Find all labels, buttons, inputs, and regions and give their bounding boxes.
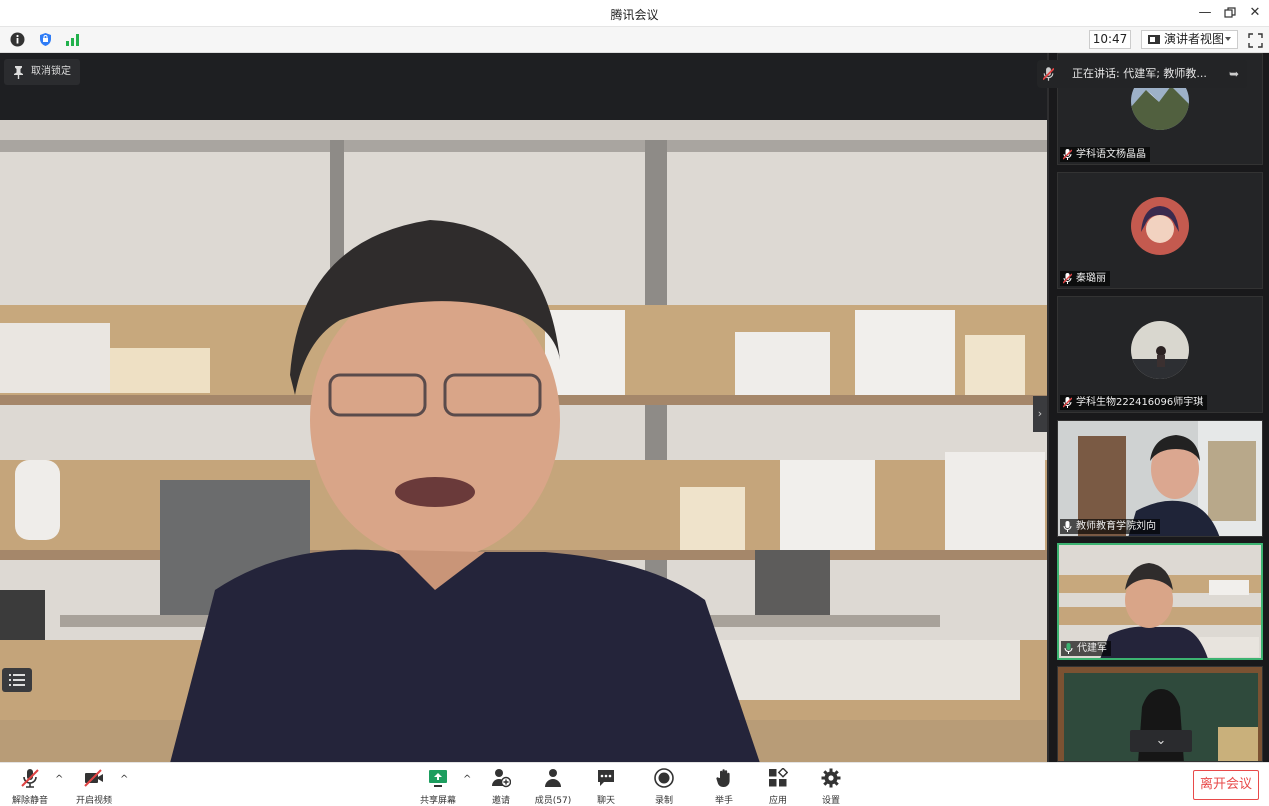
active-speaker-banner: 正在讲话: 代建军; 教师教... ➥ [1037, 60, 1247, 88]
back-arrow-icon[interactable]: ➥ [1229, 60, 1239, 88]
participant-name-label: 代建军 [1061, 641, 1111, 656]
settings-button[interactable]: 设置 [805, 766, 857, 806]
avatar [1131, 321, 1189, 379]
minimize-button[interactable]: — [1196, 4, 1214, 22]
meeting-clock: 10:47 [1089, 30, 1131, 49]
mic-icon [1063, 521, 1072, 532]
mic-muted-icon [1063, 273, 1072, 284]
unmute-button[interactable]: 解除静音 [4, 766, 56, 806]
restore-icon [1224, 7, 1236, 18]
network-signal-icon[interactable] [65, 32, 80, 47]
chevron-up-icon[interactable]: ^ [120, 775, 130, 785]
meeting-window: 腾讯会议 — ✕ 10:47 演讲者视图 取消锁定 › 学科语文杨晶晶 秦璐丽 … [0, 0, 1269, 806]
unpin-button[interactable]: 取消锁定 [4, 59, 80, 85]
window-title: 腾讯会议 [610, 8, 659, 22]
camera-off-icon [84, 769, 103, 787]
info-icon[interactable] [10, 32, 25, 47]
security-shield-icon[interactable] [38, 32, 53, 47]
speaker-video-frame [0, 120, 1047, 763]
pin-icon [14, 66, 23, 79]
mic-muted-icon [1063, 397, 1072, 408]
main-speaker-video[interactable] [0, 120, 1047, 763]
chevron-down-icon: ⌄ [1155, 733, 1167, 748]
apps-icon [769, 768, 788, 787]
mic-muted-icon [21, 769, 39, 788]
title-bar: 腾讯会议 — ✕ [0, 0, 1269, 27]
gear-icon [821, 768, 841, 788]
participant-video-tile-active[interactable]: 代建军 [1057, 543, 1263, 660]
participant-video-tile[interactable]: 教师教育学院刘向 [1057, 420, 1263, 537]
share-screen-button[interactable]: 共享屏幕 [412, 766, 464, 806]
meeting-toolbar: 10:47 演讲者视图 [0, 27, 1269, 53]
leave-meeting-button[interactable]: 离开会议 [1193, 770, 1259, 800]
start-video-button[interactable]: 开启视频 [68, 766, 120, 806]
participant-name-label: 学科生物222416096师宇琪 [1060, 395, 1208, 410]
participant-name-label: 教师教育学院刘向 [1060, 519, 1160, 534]
unpin-label: 取消锁定 [31, 66, 71, 77]
hand-icon [716, 769, 730, 787]
participant-tile[interactable]: 秦璐丽 [1057, 172, 1263, 289]
layout-list-button[interactable] [2, 668, 32, 692]
chevron-up-icon[interactable]: ^ [55, 775, 65, 785]
record-button[interactable]: 录制 [638, 766, 690, 806]
members-icon [545, 769, 561, 787]
share-screen-icon [429, 770, 447, 787]
active-speaker-text: 正在讲话: 代建军; 教师教... [1072, 67, 1207, 80]
chat-icon [598, 770, 614, 786]
scroll-down-button[interactable]: ⌄ [1130, 730, 1192, 752]
close-button[interactable]: ✕ [1246, 4, 1264, 22]
view-mode-dropdown[interactable]: 演讲者视图 [1141, 30, 1238, 49]
control-bar: 解除静音 ^ 开启视频 ^ 共享屏幕 ^ 邀请 成员(57) 聊天 录制 举手 … [0, 762, 1269, 806]
chevron-down-icon [1225, 37, 1231, 41]
collapse-sidebar-button[interactable]: › [1033, 396, 1047, 432]
view-mode-label: 演讲者视图 [1164, 32, 1225, 46]
restore-button[interactable] [1221, 4, 1239, 22]
chevron-up-icon[interactable]: ^ [463, 775, 473, 785]
avatar [1131, 197, 1189, 255]
speaker-view-icon [1148, 35, 1160, 44]
list-icon [9, 674, 25, 686]
mic-muted-icon [1043, 67, 1054, 81]
participant-name-label: 学科语文杨晶晶 [1060, 147, 1150, 162]
fullscreen-icon[interactable] [1248, 33, 1263, 48]
participant-sidebar: 学科语文杨晶晶 秦璐丽 学科生物222416096师宇琪 教师教育学院刘向 代建… [1047, 53, 1269, 762]
participant-tile[interactable]: 学科生物222416096师宇琪 [1057, 296, 1263, 413]
main-video-area: 取消锁定 › [0, 53, 1047, 763]
mic-speaking-icon [1064, 643, 1073, 654]
record-icon [654, 768, 674, 788]
invite-icon [492, 769, 511, 788]
chat-button[interactable]: 聊天 [580, 766, 632, 806]
chevron-right-icon: › [1037, 407, 1043, 420]
mic-muted-icon [1063, 149, 1072, 160]
participant-name-label: 秦璐丽 [1060, 271, 1110, 286]
